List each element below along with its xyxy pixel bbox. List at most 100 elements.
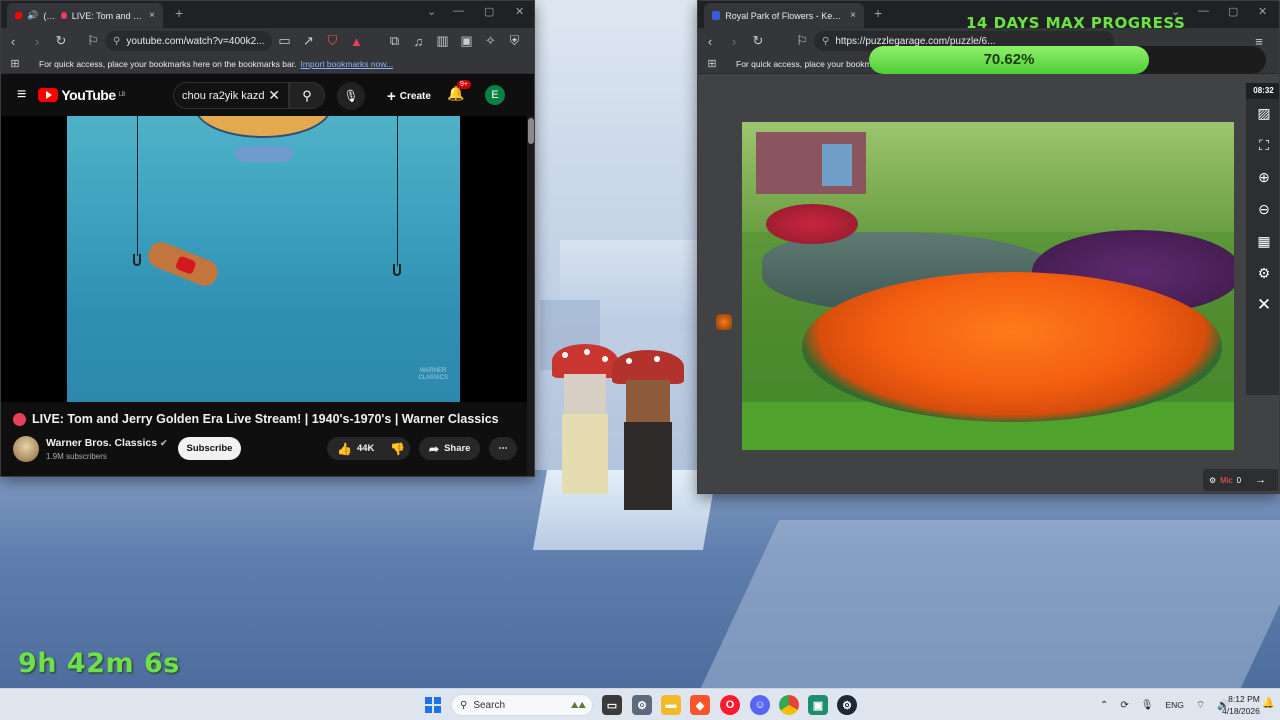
back-icon[interactable]: ‹ [698, 34, 722, 49]
grid-icon[interactable]: ▦ [1254, 231, 1274, 251]
avatar[interactable]: E [485, 85, 505, 105]
search-icon: ⚲ [460, 699, 468, 711]
mic-settings-icon[interactable]: ⚙ [1209, 476, 1216, 485]
minimize-button[interactable]: — [1198, 5, 1209, 17]
brave-browser-icon[interactable]: ◆ [690, 695, 710, 715]
tab-close-button[interactable]: × [850, 10, 856, 21]
close-icon[interactable]: ✕ [1254, 295, 1274, 315]
site-info-icon[interactable]: ⚲ [113, 36, 120, 47]
brave-shield-icon[interactable]: ⛉ [320, 33, 344, 49]
vpn-icon[interactable]: ⛨ [502, 33, 526, 49]
notifications-icon[interactable]: 🔔 [1262, 698, 1274, 709]
folder-icon[interactable]: ▬ [661, 695, 681, 715]
scrollbar-thumb[interactable] [528, 118, 534, 144]
create-button[interactable]: + Create [379, 84, 439, 108]
apps-grid-icon[interactable]: ⊞ [3, 57, 27, 70]
windows-start-icon[interactable] [425, 697, 441, 713]
tab-youtube[interactable]: 🔊 (35) LIVE: Tom and Jerry G × [7, 3, 163, 28]
language-indicator[interactable]: ENG [1165, 700, 1183, 710]
new-tab-button[interactable]: + [874, 5, 882, 21]
loose-puzzle-piece[interactable] [716, 314, 732, 330]
settings-icon[interactable]: ⚙ [1254, 263, 1274, 283]
puzzle-board[interactable] [742, 122, 1234, 450]
site-info-icon[interactable]: ⚲ [822, 36, 829, 47]
like-count[interactable]: 44K [357, 443, 374, 454]
share-button[interactable]: ➦ Share [419, 437, 481, 460]
bookmark-icon[interactable]: ⚐ [81, 33, 105, 49]
puzzle-workspace[interactable] [698, 74, 1279, 493]
video-title-text: LIVE: Tom and Jerry Golden Era Live Stre… [32, 412, 499, 426]
search-button[interactable]: ⚲ [289, 82, 325, 109]
maximize-button[interactable]: ▢ [1228, 5, 1238, 18]
taskbar-clock[interactable]: 8:12 PM 4/18/2026 [1222, 693, 1260, 717]
close-window-button[interactable]: ✕ [1258, 5, 1267, 18]
import-bookmarks-link[interactable]: Import bookmarks now... [300, 59, 393, 69]
address-bar[interactable]: ⚲ youtube.com/watch?v=400k2... [105, 31, 273, 51]
forward-icon[interactable]: › [25, 34, 49, 49]
media-icon[interactable]: ♫ [406, 34, 430, 49]
brave-rewards-icon[interactable]: ▲ [344, 34, 368, 49]
channel-avatar[interactable] [13, 436, 39, 462]
apps-grid-icon[interactable]: ⊞ [700, 57, 724, 70]
minimize-button[interactable]: — [453, 5, 464, 17]
maximize-button[interactable]: ▢ [484, 5, 494, 18]
file-explorer-icon[interactable]: ▭ [602, 695, 622, 715]
more-actions-button[interactable]: ⋯ [489, 437, 517, 460]
puzzle-bottom-bar: ⚙ Mic 0 → [1203, 469, 1278, 491]
tray-overflow-icon[interactable]: ⌃ [1100, 700, 1108, 711]
subscribe-button[interactable]: Subscribe [178, 437, 241, 460]
microphone-tray-icon[interactable]: 🎙 [1141, 700, 1154, 711]
fullscreen-icon[interactable]: ⛶ [1254, 135, 1274, 155]
youtube-play-icon [38, 88, 59, 102]
cast-icon[interactable]: ▭ [272, 33, 296, 49]
image-icon[interactable]: ▨ [1254, 103, 1274, 123]
arrow-right-icon[interactable]: → [1255, 474, 1266, 486]
zoom-in-icon[interactable]: ⊕ [1254, 167, 1274, 187]
share-icon[interactable]: ↗ [296, 33, 320, 49]
video-frame[interactable]: WARNER CLASSICS [67, 116, 460, 402]
fishing-line [397, 116, 398, 266]
taskbar-search[interactable]: ⚲ Search ⛰⛰ [451, 694, 593, 716]
wallet-icon[interactable]: ▣ [454, 33, 478, 49]
video-title: LIVE: Tom and Jerry Golden Era Live Stre… [13, 412, 517, 426]
forward-icon[interactable]: › [722, 34, 746, 49]
tab-search-button[interactable]: ⌄ [427, 5, 436, 18]
dislike-icon[interactable]: 👎 [390, 442, 405, 456]
channel-name[interactable]: Warner Bros. Classics ✔ [46, 437, 168, 449]
menu-icon[interactable]: ≡ [526, 34, 534, 49]
tab-puzzle[interactable]: Royal Park of Flowers - Keukenh × [704, 3, 864, 28]
youtube-browser-window[interactable]: 🔊 (35) LIVE: Tom and Jerry G × + ⌄ — ▢ ✕… [0, 0, 535, 477]
hamburger-menu-icon[interactable]: ≡ [17, 86, 26, 104]
extensions-icon[interactable]: ✧ [478, 33, 502, 49]
like-icon[interactable]: 👍 [337, 442, 352, 456]
network-icon[interactable]: ⌔ [1196, 699, 1205, 712]
steam-icon[interactable]: ⚙ [837, 695, 857, 715]
settings-app-icon[interactable]: ⚙ [632, 695, 652, 715]
page-scrollbar[interactable] [527, 116, 534, 476]
voice-search-button[interactable]: 🎙 [337, 82, 365, 110]
park-house [756, 132, 866, 194]
app-icon[interactable]: ▣ [808, 695, 828, 715]
back-icon[interactable]: ‹ [1, 34, 25, 49]
opera-browser-icon[interactable]: O [720, 695, 740, 715]
sidebar-icon[interactable]: ▥ [430, 33, 454, 49]
new-tab-button[interactable]: + [175, 5, 183, 21]
screenshot-icon[interactable]: ⧉ [382, 33, 406, 49]
zoom-out-icon[interactable]: ⊖ [1254, 199, 1274, 219]
sync-icon[interactable]: ⟳ [1120, 700, 1128, 711]
close-window-button[interactable]: ✕ [515, 5, 524, 18]
bookmark-icon[interactable]: ⚐ [790, 33, 814, 49]
search-input[interactable]: chou ra2yik kazdc ✕ [173, 82, 289, 109]
discord-icon[interactable]: ☺ [750, 695, 770, 715]
speaker-icon[interactable]: 🔊 [27, 10, 38, 21]
browser-toolbar: ‹ › ↻ ⚐ ⚲ youtube.com/watch?v=400k2... ▭… [1, 28, 534, 54]
reload-icon[interactable]: ↻ [746, 33, 770, 49]
taskbar: ⚲ Search ⛰⛰ ▭ ⚙ ▬ ◆ O ☺ ▣ ⚙ ⌃ ⟳ 🎙 ENG ⌔ … [0, 688, 1280, 720]
tab-close-button[interactable]: × [149, 10, 155, 21]
reload-icon[interactable]: ↻ [49, 33, 73, 49]
video-player[interactable]: WARNER CLASSICS [1, 116, 529, 402]
chrome-icon[interactable] [779, 695, 799, 715]
puzzle-browser-window[interactable]: Royal Park of Flowers - Keukenh × + ⌄ — … [697, 0, 1280, 494]
clear-search-icon[interactable]: ✕ [268, 87, 280, 104]
youtube-logo[interactable]: YouTube LB [38, 87, 126, 103]
